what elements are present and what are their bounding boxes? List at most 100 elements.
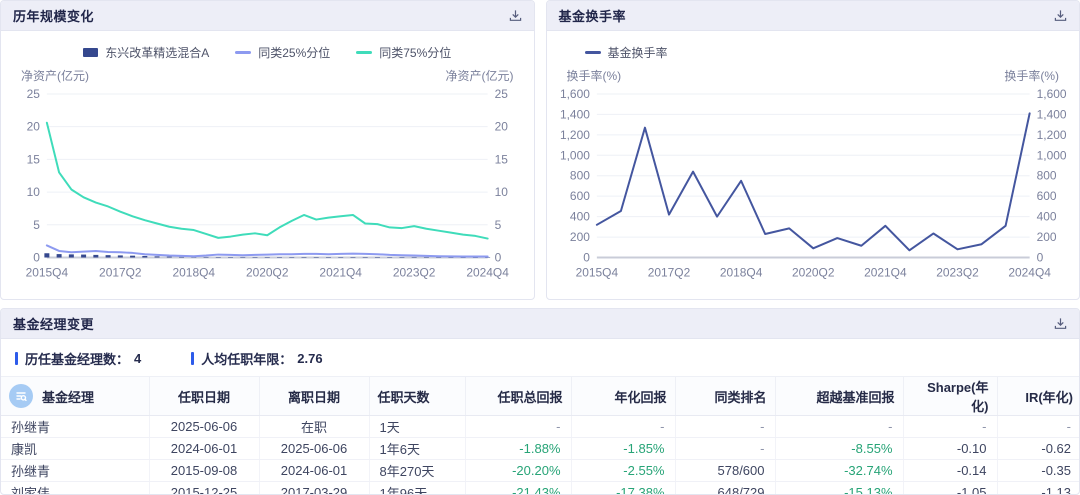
svg-text:5: 5 xyxy=(33,218,40,232)
y-axis-name-right: 净资产(亿元) xyxy=(446,67,514,84)
column-header: 任职日期 xyxy=(149,377,259,416)
table-cell: -17.38% xyxy=(571,482,675,495)
column-header: 任职天数 xyxy=(369,377,465,416)
legend-item[interactable]: 东兴改革精选混合A xyxy=(83,44,209,61)
svg-text:400: 400 xyxy=(569,210,589,224)
svg-text:5: 5 xyxy=(495,218,502,232)
legend-line-swatch xyxy=(585,51,601,54)
turnover-chart: 002002004004006006008008001,0001,0001,20… xyxy=(547,84,1080,283)
svg-text:0: 0 xyxy=(495,250,502,264)
table-cell: 刘家伟 xyxy=(1,482,149,495)
table-cell: 2025-06-06 xyxy=(149,416,259,438)
svg-text:2017Q2: 2017Q2 xyxy=(99,265,142,279)
svg-text:800: 800 xyxy=(569,169,589,183)
svg-text:15: 15 xyxy=(495,152,509,166)
svg-text:1,200: 1,200 xyxy=(1036,128,1066,142)
svg-text:0: 0 xyxy=(583,250,590,264)
legend-line-swatch xyxy=(235,51,251,54)
svg-text:20: 20 xyxy=(27,120,41,134)
table-cell: -1.88% xyxy=(465,438,571,460)
table-cell: 2017-03-29 xyxy=(259,482,369,495)
table-cell: - xyxy=(465,416,571,438)
svg-text:1,600: 1,600 xyxy=(559,87,589,101)
list-search-icon xyxy=(9,384,33,408)
legend-item[interactable]: 基金换手率 xyxy=(585,44,668,61)
table-cell: -0.62 xyxy=(997,438,1080,460)
stat-label: 人均任职年限： xyxy=(201,349,292,368)
table-cell: 578/600 xyxy=(675,460,775,482)
download-icon[interactable] xyxy=(1054,317,1067,330)
table-cell: -20.20% xyxy=(465,460,571,482)
legend-item[interactable]: 同类75%分位 xyxy=(356,44,451,61)
legend-label: 基金换手率 xyxy=(608,44,668,61)
column-header: 任职总回报 xyxy=(465,377,571,416)
svg-text:200: 200 xyxy=(1036,230,1056,244)
legend-bar-swatch xyxy=(83,48,98,57)
table-header-row: 基金经理任职日期离职日期任职天数任职总回报年化回报同类排名超越基准回报Sharp… xyxy=(1,377,1080,416)
stat-accent-bar xyxy=(191,352,194,365)
svg-text:10: 10 xyxy=(495,185,509,199)
manager-changes-header: 基金经理变更 xyxy=(1,309,1079,339)
y-axis-name-right: 换手率(%) xyxy=(1004,67,1059,84)
svg-text:600: 600 xyxy=(569,189,589,203)
svg-text:800: 800 xyxy=(1036,169,1056,183)
svg-text:2021Q4: 2021Q4 xyxy=(319,265,362,279)
panel-title: 基金换手率 xyxy=(559,6,627,25)
axis-names: 换手率(%) 换手率(%) xyxy=(547,61,1080,84)
table-cell: - xyxy=(675,438,775,460)
scale-history-legend: 东兴改革精选混合A 同类25%分位 同类75%分位 xyxy=(1,44,534,61)
table-cell: - xyxy=(775,416,903,438)
turnover-legend: 基金换手率 xyxy=(547,44,1080,61)
manager-table: 基金经理任职日期离职日期任职天数任职总回报年化回报同类排名超越基准回报Sharp… xyxy=(1,376,1080,495)
svg-text:2020Q2: 2020Q2 xyxy=(791,265,834,279)
svg-text:1,600: 1,600 xyxy=(1036,87,1066,101)
svg-text:2020Q2: 2020Q2 xyxy=(246,265,289,279)
panel-turnover: 基金换手率 基金换手率 换手率(%) 换手率(%) 00200200400400… xyxy=(546,0,1080,300)
table-cell: 2015-09-08 xyxy=(149,460,259,482)
table-cell: 孙继青 xyxy=(1,460,149,482)
y-axis-name-left: 换手率(%) xyxy=(567,67,622,84)
table-cell: 2025-06-06 xyxy=(259,438,369,460)
column-header: 离职日期 xyxy=(259,377,369,416)
table-row: 刘家伟2015-12-252017-03-291年96天-21.43%-17.3… xyxy=(1,482,1080,495)
panel-manager-changes: 基金经理变更 历任基金经理数： 4 人均任职年限： 2.76 xyxy=(0,308,1080,495)
table-cell: -15.13% xyxy=(775,482,903,495)
svg-text:2024Q4: 2024Q4 xyxy=(1008,265,1051,279)
stat-accent-bar xyxy=(15,352,18,365)
column-header: IR(年化) xyxy=(997,377,1080,416)
download-icon[interactable] xyxy=(1054,9,1067,22)
table-cell: -21.43% xyxy=(465,482,571,495)
svg-text:2023Q2: 2023Q2 xyxy=(393,265,436,279)
table-cell: 8年270天 xyxy=(369,460,465,482)
svg-text:1,400: 1,400 xyxy=(559,107,589,121)
svg-text:2018Q4: 2018Q4 xyxy=(173,265,216,279)
svg-text:2021Q4: 2021Q4 xyxy=(864,265,907,279)
stat-label: 历任基金经理数： xyxy=(25,349,129,368)
column-header: 年化回报 xyxy=(571,377,675,416)
svg-text:2018Q4: 2018Q4 xyxy=(719,265,762,279)
table-cell: -8.55% xyxy=(775,438,903,460)
legend-label: 东兴改革精选混合A xyxy=(105,44,209,61)
svg-text:1,200: 1,200 xyxy=(559,128,589,142)
legend-label: 同类25%分位 xyxy=(258,44,330,61)
table-cell: - xyxy=(571,416,675,438)
table-cell: 2024-06-01 xyxy=(259,460,369,482)
table-cell: -1.13 xyxy=(997,482,1080,495)
svg-text:25: 25 xyxy=(27,87,41,101)
table-cell: 1年96天 xyxy=(369,482,465,495)
svg-text:10: 10 xyxy=(27,185,41,199)
table-cell: 2015-12-25 xyxy=(149,482,259,495)
table-row: 康凯2024-06-012025-06-061年6天-1.88%-1.85%--… xyxy=(1,438,1080,460)
download-icon[interactable] xyxy=(509,9,522,22)
svg-text:25: 25 xyxy=(495,87,509,101)
turnover-header: 基金换手率 xyxy=(547,1,1080,31)
legend-item[interactable]: 同类25%分位 xyxy=(235,44,330,61)
turnover-body: 基金换手率 换手率(%) 换手率(%) 00200200400400600600… xyxy=(547,44,1080,283)
panel-title: 基金经理变更 xyxy=(13,314,94,333)
svg-text:2015Q4: 2015Q4 xyxy=(575,265,618,279)
panel-title: 历年规模变化 xyxy=(13,6,94,25)
table-cell: 2024-06-01 xyxy=(149,438,259,460)
table-cell: 康凯 xyxy=(1,438,149,460)
top-charts-row: 历年规模变化 东兴改革精选混合A同类25%分位同类75%分位 净资产(亿元) 净… xyxy=(0,0,1080,300)
svg-text:600: 600 xyxy=(1036,189,1056,203)
